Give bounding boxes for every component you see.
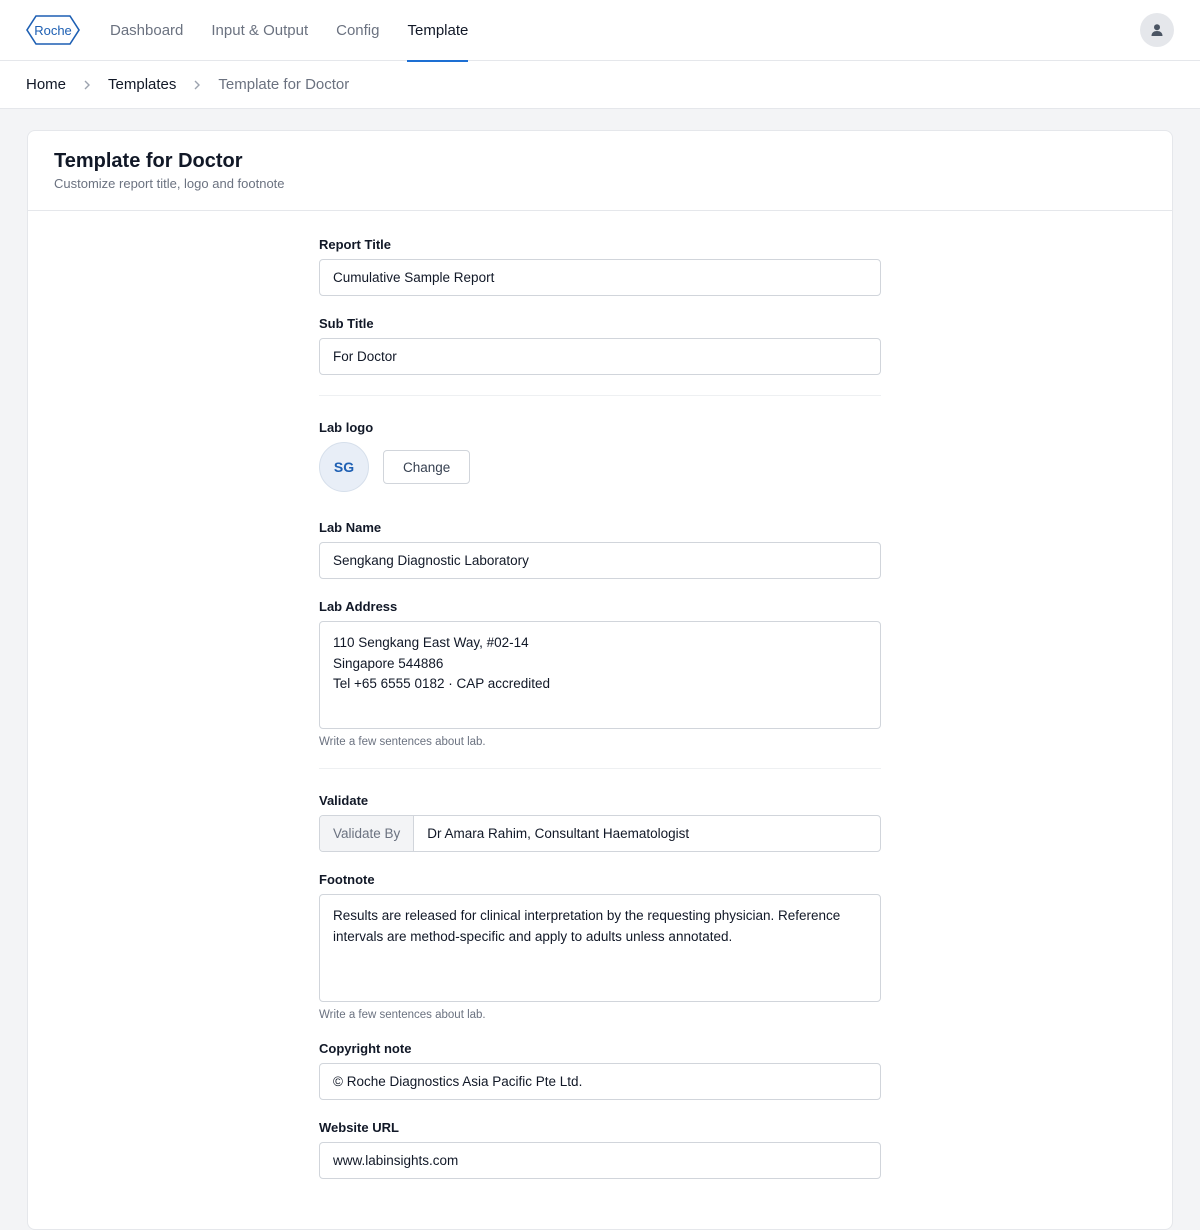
lab-address-label: Lab Address [319, 599, 398, 614]
card-header: Template for Doctor Customize report tit… [28, 131, 1172, 211]
nav-dashboard[interactable]: Dashboard [110, 0, 183, 61]
validate-label: Validate [319, 793, 369, 808]
nav-config[interactable]: Config [336, 0, 379, 61]
copyright-input[interactable]: © Roche Diagnostics Asia Pacific Pte Ltd… [319, 1063, 881, 1100]
breadcrumb: Home Templates Template for Doctor [0, 61, 1200, 109]
roche-logo[interactable]: Roche [26, 15, 80, 45]
breadcrumb-current: Template for Doctor [218, 76, 350, 93]
template-form: Report Title Cumulative Sample Report Su… [319, 237, 882, 1199]
website-input[interactable]: www.labinsights.com [319, 1142, 881, 1179]
footnote-help: Write a few sentences about lab. [319, 1009, 486, 1021]
validate-by-input[interactable]: Dr Amara Rahim, Consultant Haematologist [414, 816, 702, 851]
chevron-right-icon [80, 78, 94, 92]
lab-name-input[interactable]: Sengkang Diagnostic Laboratory [319, 542, 881, 579]
nav-template[interactable]: Template [407, 0, 468, 62]
page-subtitle: Customize report title, logo and footnot… [54, 176, 285, 191]
breadcrumb-templates[interactable]: Templates [108, 76, 176, 93]
change-logo-button[interactable]: Change [383, 450, 471, 484]
lab-logo-preview: SG [319, 442, 369, 492]
report-title-input[interactable]: Cumulative Sample Report [319, 259, 881, 296]
footnote-textarea[interactable]: Results are released for clinical interp… [319, 894, 881, 1002]
divider [319, 395, 881, 396]
lab-address-help: Write a few sentences about lab. [319, 736, 486, 748]
chevron-right-icon [190, 78, 204, 92]
report-title-label: Report Title [319, 237, 391, 252]
user-icon [1151, 24, 1163, 36]
footnote-label: Footnote [319, 872, 375, 887]
copyright-label: Copyright note [319, 1041, 412, 1056]
svg-text:Roche: Roche [34, 23, 72, 38]
breadcrumb-home[interactable]: Home [26, 76, 66, 93]
lab-name-label: Lab Name [319, 520, 382, 535]
lab-logo-label: Lab logo [319, 420, 374, 435]
sub-title-input[interactable]: For Doctor [319, 338, 881, 375]
template-card: Template for Doctor Customize report tit… [27, 130, 1173, 1230]
user-avatar[interactable] [1140, 13, 1174, 47]
main-nav: Dashboard Input & Output Config Template [110, 0, 496, 62]
validate-by-prefix: Validate By [320, 816, 415, 851]
top-navbar: Roche Dashboard Input & Output Config Te… [0, 0, 1200, 62]
validate-input-group: Validate By Dr Amara Rahim, Consultant H… [319, 815, 881, 852]
sub-title-label: Sub Title [319, 316, 374, 331]
page-title: Template for Doctor [54, 150, 243, 172]
lab-address-textarea[interactable]: 110 Sengkang East Way, #02-14 Singapore … [319, 621, 881, 729]
lab-logo-row: SG Change [319, 442, 882, 492]
nav-input-output[interactable]: Input & Output [211, 0, 308, 61]
website-label: Website URL [319, 1120, 399, 1135]
divider [319, 768, 881, 769]
